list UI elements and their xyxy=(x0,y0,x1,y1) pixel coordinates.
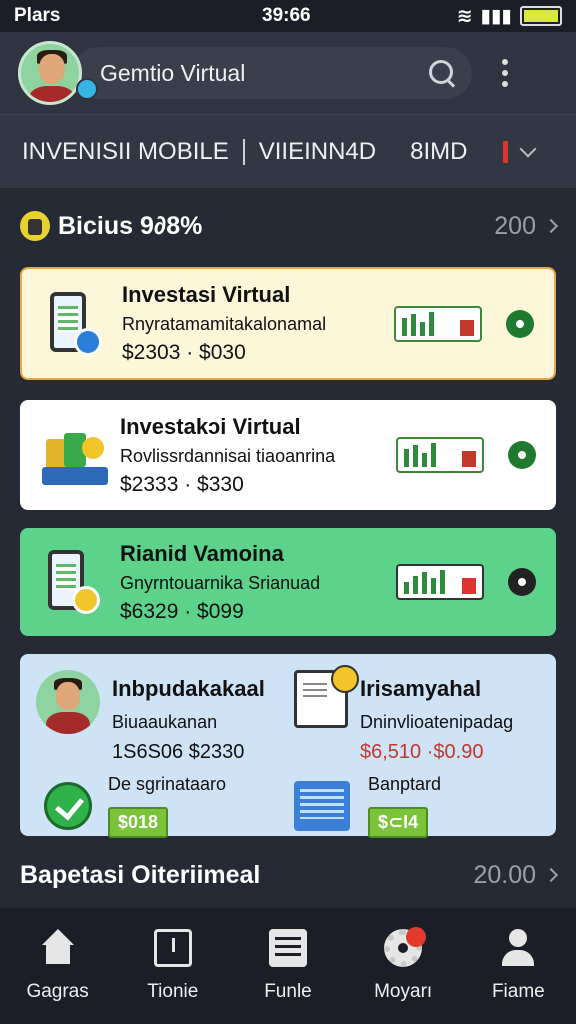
investment-card[interactable]: Investasi Virtual Rnyratamamitakalonamal… xyxy=(20,267,556,380)
subnav-indicator xyxy=(503,140,509,163)
more-menu-icon[interactable] xyxy=(502,59,508,87)
bottom-navigation: Gagras Tionie Funle Moyarı Fiame xyxy=(0,908,576,1024)
chevron-down-icon[interactable] xyxy=(519,140,537,157)
coins-icon xyxy=(42,419,108,491)
status-bar: Plars 39:66 ≋ ▮▮▮ xyxy=(0,0,576,32)
avatar-badge-icon xyxy=(76,78,98,100)
summary-title: Inbpudakakaal xyxy=(112,676,265,701)
sub-navigation: INVENISII MOBILE VIIEINN4D 8IMD xyxy=(0,114,576,188)
card-subtitle: Rnyratamamitakalonamal xyxy=(122,314,327,334)
gear-icon[interactable] xyxy=(506,309,534,338)
section-header-1: Bicius 9∂8% 200 xyxy=(20,206,559,246)
carrier-label: Plars xyxy=(14,5,61,26)
chart-icon xyxy=(396,564,484,600)
list-icon xyxy=(268,929,307,967)
investment-card[interactable]: Investakɔi Virtual Rovlissrdannisai tiao… xyxy=(20,400,556,510)
section-more-value: 20.00 xyxy=(473,860,536,889)
chart-icon xyxy=(396,437,484,473)
nav-item-time[interactable]: Tionie xyxy=(123,929,223,1003)
notification-badge xyxy=(406,927,427,947)
summary-title: Irisamyahal xyxy=(360,676,482,701)
section-more-link[interactable]: 200 xyxy=(494,211,559,241)
summary-card[interactable]: Inbpudakakaal Biuaaukanan 1S6S06 $2330 D… xyxy=(20,654,556,838)
nav-label: Tionie xyxy=(147,981,199,1002)
nav-item-profile[interactable]: Fiame xyxy=(468,929,568,1003)
subnav-item-mobile[interactable]: INVENISII MOBILE xyxy=(22,138,229,166)
card-price: $2333 · $330 xyxy=(120,472,244,496)
phone-chart-icon xyxy=(44,288,108,360)
nav-item-settings[interactable]: Moyarı xyxy=(353,927,453,1003)
search-icon[interactable] xyxy=(428,59,456,87)
status-time: 39:66 xyxy=(262,5,311,26)
spreadsheet-icon xyxy=(294,781,350,831)
nav-item-list[interactable]: Funle xyxy=(238,929,338,1003)
gear-icon[interactable] xyxy=(508,568,536,596)
section-more-link[interactable]: 20.00 xyxy=(473,860,559,890)
phone-list-icon xyxy=(42,546,106,618)
home-icon xyxy=(39,929,77,967)
gear-icon xyxy=(384,927,427,967)
check-icon xyxy=(44,782,92,830)
summary-label: De sgrinataaro xyxy=(108,774,227,794)
document-chart-icon xyxy=(294,665,359,728)
nav-label: Funle xyxy=(264,981,312,1002)
subnav-item-3[interactable]: 8IMD xyxy=(410,138,467,166)
avatar xyxy=(36,670,100,734)
trophy-icon xyxy=(20,211,50,241)
search-input[interactable]: Gemtio Virtual xyxy=(72,47,472,99)
section-header-2: Bapetasi Oiteriimeal 20.00 xyxy=(20,855,559,895)
subnav-divider xyxy=(242,138,245,165)
chevron-right-icon xyxy=(543,218,559,234)
summary-label: Banptard xyxy=(368,774,442,794)
card-price: $2303 · $030 xyxy=(122,341,246,364)
avatar[interactable] xyxy=(18,41,82,105)
card-subtitle: Rovlissrdannisai tiaoanrina xyxy=(120,445,336,466)
clock-icon xyxy=(153,929,192,967)
card-title: Investasi Virtual xyxy=(122,282,291,307)
gear-icon[interactable] xyxy=(508,441,536,469)
app-header: Gemtio Virtual xyxy=(0,32,576,114)
investment-card[interactable]: Rianid Vamoina Gnyrntouarnika Srianuad $… xyxy=(20,528,556,636)
amount-badge[interactable]: $⊂I4 xyxy=(368,807,429,838)
wifi-icon: ≋ xyxy=(456,5,473,27)
subnav-item-2[interactable]: VIIEINN4D xyxy=(259,138,376,166)
summary-left: Inbpudakakaal Biuaaukanan 1S6S06 $2330 D… xyxy=(36,670,286,838)
search-label: Gemtio Virtual xyxy=(100,59,246,86)
amount-badge[interactable]: $018 xyxy=(108,807,169,838)
summary-values: 1S6S06 $2330 xyxy=(112,741,245,763)
chart-icon xyxy=(394,305,482,342)
card-title: Rianid Vamoina xyxy=(120,540,284,566)
nav-label: Fiame xyxy=(491,981,545,1002)
person-icon xyxy=(499,929,537,967)
card-subtitle: Gnyrntouarnika Srianuad xyxy=(120,572,321,593)
battery-icon xyxy=(520,6,562,26)
nav-label: Gagras xyxy=(26,981,89,1002)
summary-subtitle: Dninvlioatenipadag xyxy=(360,712,514,732)
status-icons: ≋ ▮▮▮ xyxy=(457,5,562,28)
nav-label: Moyarı xyxy=(374,981,433,1002)
nav-item-home[interactable]: Gagras xyxy=(8,929,108,1003)
section-title: Bapetasi Oiteriimeal xyxy=(20,860,261,889)
summary-right: Irisamyahal Dninvlioatenipadag $6,510 ·$… xyxy=(294,665,544,838)
chevron-right-icon xyxy=(543,867,559,883)
signal-icon: ▮▮▮ xyxy=(480,5,512,27)
summary-subtitle: Biuaaukanan xyxy=(112,712,218,732)
summary-values: $6,510 ·$0.90 xyxy=(360,741,484,763)
section-more-value: 200 xyxy=(494,211,536,240)
section-title: Bicius 9∂8% xyxy=(58,211,203,240)
card-title: Investakɔi Virtual xyxy=(120,413,301,439)
card-price: $6329 · $099 xyxy=(120,599,244,623)
